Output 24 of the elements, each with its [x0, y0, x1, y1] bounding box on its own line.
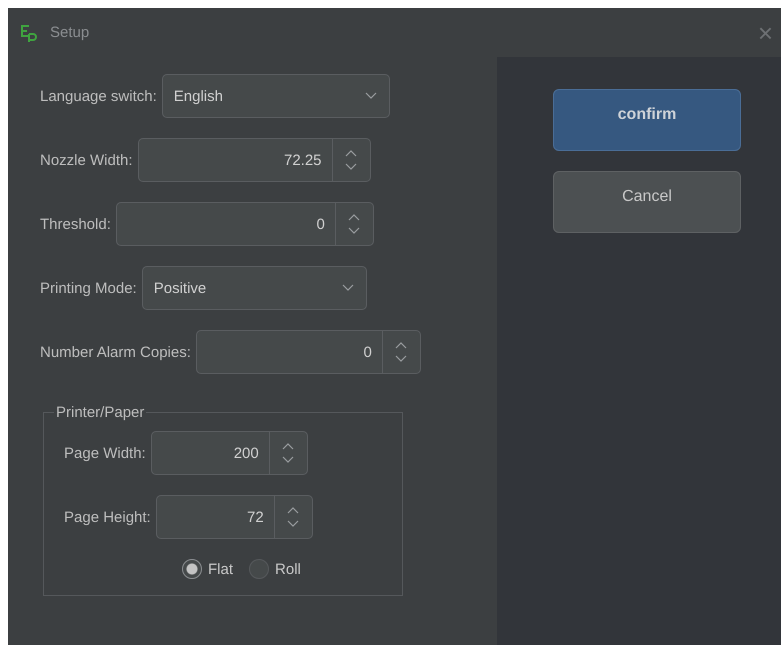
confirm-button[interactable]: confirm	[553, 89, 741, 151]
group-title: Printer/Paper	[55, 404, 146, 421]
window-title: Setup	[50, 24, 90, 41]
field-label: Printing Mode:	[40, 280, 137, 296]
radio-label[interactable]: Flat	[208, 560, 234, 578]
cancel-button[interactable]: Cancel	[553, 171, 741, 233]
dropdown[interactable]: Positive	[142, 266, 367, 310]
number-field[interactable]: 0	[196, 330, 421, 374]
number-field[interactable]: 72.25	[138, 138, 371, 182]
field-label: Threshold:	[40, 216, 111, 232]
field-label: Language switch:	[40, 88, 157, 104]
number-field[interactable]: 72	[156, 495, 313, 539]
chevron-down-icon	[342, 284, 354, 292]
field-label: Page Height:	[64, 508, 151, 526]
chevron-down-icon	[364, 92, 377, 100]
field-label: Nozzle Width:	[40, 152, 133, 168]
radio-button[interactable]	[182, 559, 202, 579]
dropdown[interactable]: English	[162, 74, 390, 118]
field-label: Number Alarm Copies:	[40, 344, 191, 360]
number-field[interactable]: 200	[150, 431, 308, 475]
field-label: Page Width:	[64, 444, 146, 462]
radio-label[interactable]: Roll	[275, 560, 301, 578]
radio-button[interactable]	[249, 559, 270, 579]
number-field[interactable]: 0	[116, 202, 374, 246]
